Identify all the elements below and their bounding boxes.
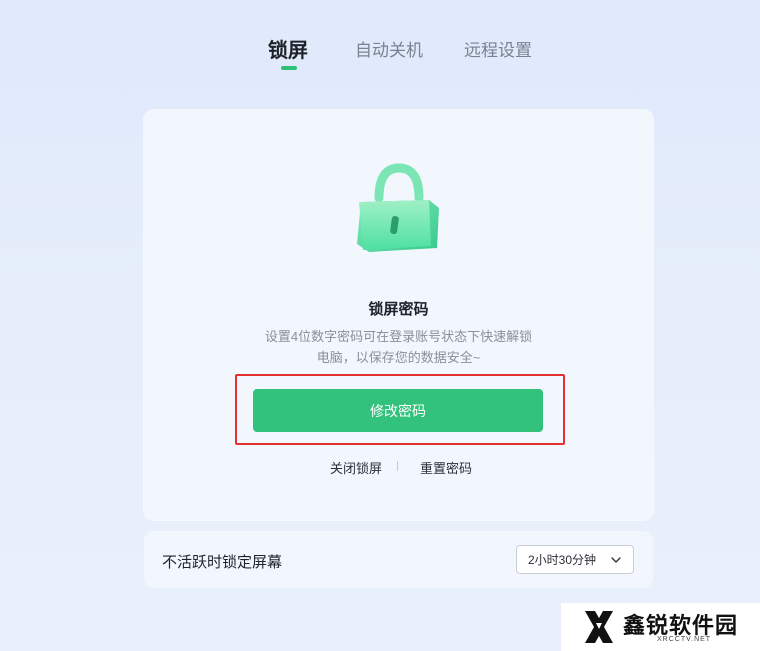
active-tab-indicator xyxy=(281,66,297,70)
description-line-1: 设置4位数字密码可在登录账号状态下快速解锁 xyxy=(264,329,533,344)
description-line-2: 电脑，以保存您的数据安全~ xyxy=(316,350,481,365)
close-lock-screen-link[interactable]: 关闭锁屏 xyxy=(330,458,382,477)
tab-auto-shutdown[interactable]: 自动关机 xyxy=(355,36,423,61)
chevron-down-icon xyxy=(611,557,621,563)
link-row: 关闭锁屏 重置密码 xyxy=(144,458,653,476)
watermark-logo-icon xyxy=(585,611,613,643)
link-divider xyxy=(397,461,398,471)
card-title: 锁屏密码 xyxy=(368,301,429,318)
watermark: 鑫锐软件园 XRCCTV.NET xyxy=(561,603,760,651)
auto-lock-label: 不活跃时锁定屏幕 xyxy=(162,554,283,571)
top-tabs: 锁屏 自动关机 远程设置 xyxy=(0,36,760,76)
lock-password-card: 锁屏密码 设置4位数字密码可在登录账号状态下快速解锁 电脑，以保存您的数据安全~… xyxy=(144,110,653,520)
auto-lock-setting: 不活跃时锁定屏幕 2小时30分钟 xyxy=(144,531,653,588)
card-description: 设置4位数字密码可在登录账号状态下快速解锁 电脑，以保存您的数据安全~ xyxy=(144,326,653,368)
tab-lock-screen[interactable]: 锁屏 xyxy=(268,34,308,63)
tab-remote-settings[interactable]: 远程设置 xyxy=(464,36,532,61)
lock-icon xyxy=(357,163,439,252)
auto-lock-select[interactable]: 2小时30分钟 xyxy=(516,545,634,574)
reset-password-link[interactable]: 重置密码 xyxy=(420,458,472,477)
auto-lock-select-value: 2小时30分钟 xyxy=(528,553,597,567)
watermark-sub: XRCCTV.NET xyxy=(657,636,712,643)
change-password-button[interactable]: 修改密码 xyxy=(253,389,543,432)
